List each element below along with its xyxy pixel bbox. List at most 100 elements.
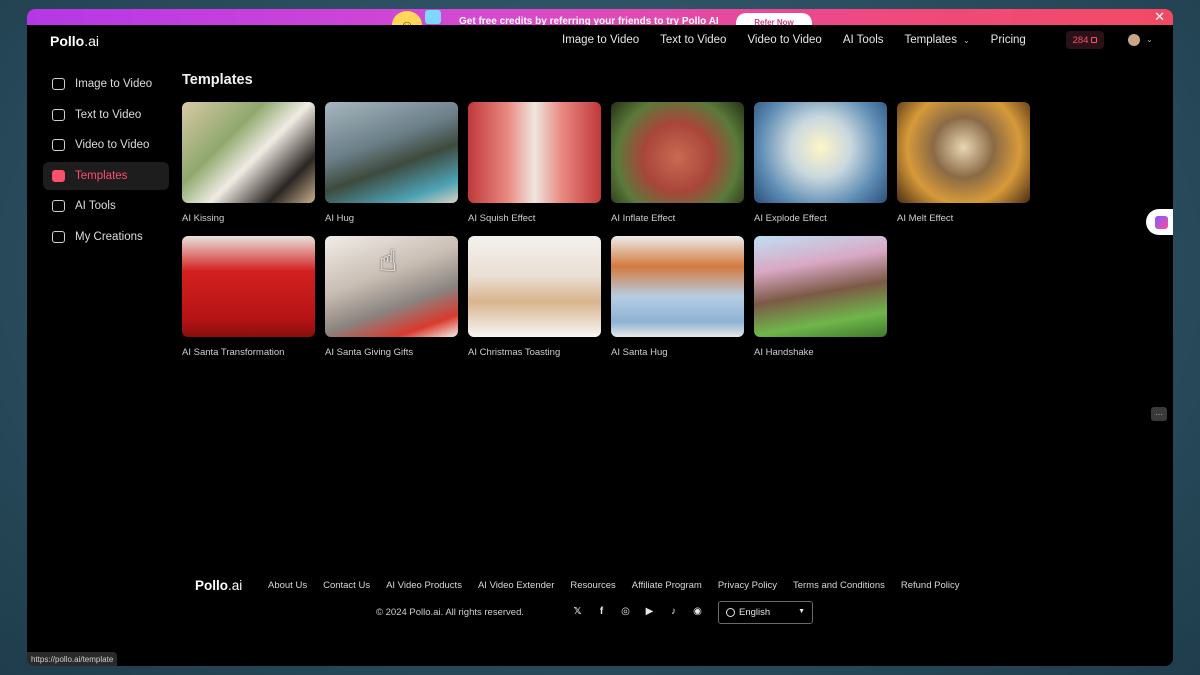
social-links: 𝕏 f ◎ ▶ ♪ ◉ bbox=[571, 605, 704, 618]
nav-video-to-video[interactable]: Video to Video bbox=[747, 34, 821, 46]
template-thumbnail[interactable] bbox=[325, 102, 458, 203]
template-card[interactable]: AI Squish Effect bbox=[468, 102, 601, 225]
template-thumbnail[interactable] bbox=[754, 102, 887, 203]
template-card[interactable]: AI Santa Transformation bbox=[182, 236, 315, 359]
footer-link-video-products[interactable]: AI Video Products bbox=[386, 580, 462, 591]
hand-cursor-icon: ☝ bbox=[379, 245, 398, 278]
template-thumbnail[interactable] bbox=[754, 236, 887, 337]
template-thumbnail[interactable] bbox=[468, 236, 601, 337]
template-card[interactable]: AI Explode Effect bbox=[754, 102, 887, 225]
template-thumbnail[interactable] bbox=[611, 102, 744, 203]
template-grid: AI Kissing AI Hug AI Squish Effect AI In… bbox=[182, 102, 1030, 359]
sidebar: Image to Video Text to Video Video to Vi… bbox=[43, 70, 169, 253]
template-label: AI Kissing bbox=[182, 213, 225, 224]
templates-icon bbox=[52, 169, 65, 182]
template-thumbnail[interactable] bbox=[182, 102, 315, 203]
sidebar-item-templates[interactable]: Templates bbox=[43, 161, 169, 190]
template-card[interactable]: AI Handshake bbox=[754, 236, 887, 359]
text-icon bbox=[52, 108, 65, 121]
top-nav: Image to Video Text to Video Video to Vi… bbox=[562, 34, 1047, 46]
credits-badge[interactable]: 284 bbox=[1066, 31, 1104, 49]
chat-icon[interactable]: ⋯ bbox=[1151, 407, 1167, 421]
template-card[interactable]: AI Kissing bbox=[182, 102, 315, 225]
template-label: AI Melt Effect bbox=[897, 213, 954, 224]
side-widget[interactable] bbox=[1146, 209, 1173, 235]
site-logo[interactable]: Pollo.ai bbox=[50, 33, 99, 49]
template-card[interactable]: AI Inflate Effect bbox=[611, 102, 744, 225]
template-card[interactable]: AI Melt Effect bbox=[897, 102, 1030, 225]
language-select[interactable]: English ▼ bbox=[718, 601, 813, 624]
template-label: AI Santa Hug bbox=[611, 347, 668, 358]
template-label: AI Explode Effect bbox=[754, 213, 827, 224]
template-thumbnail[interactable] bbox=[468, 102, 601, 203]
template-label: AI Inflate Effect bbox=[611, 213, 676, 224]
template-thumbnail[interactable] bbox=[182, 236, 315, 337]
sidebar-item-label: AI Tools bbox=[75, 200, 116, 212]
ai-tools-icon bbox=[52, 200, 65, 212]
logo-brand: Pollo bbox=[50, 33, 85, 49]
sidebar-item-video-to-video[interactable]: Video to Video bbox=[43, 131, 169, 159]
nav-templates[interactable]: Templates ⌄ bbox=[905, 34, 970, 46]
tiktok-icon[interactable]: ♪ bbox=[667, 605, 680, 618]
footer-links: About Us Contact Us AI Video Products AI… bbox=[268, 580, 975, 591]
template-card[interactable]: AI Christmas Toasting bbox=[468, 236, 601, 359]
gift-icon bbox=[425, 10, 441, 24]
footer-link-terms[interactable]: Terms and Conditions bbox=[793, 580, 885, 591]
template-card[interactable]: AI Santa Hug bbox=[611, 236, 744, 359]
footer-link-about[interactable]: About Us bbox=[268, 580, 307, 591]
nav-image-to-video[interactable]: Image to Video bbox=[562, 34, 639, 46]
x-icon[interactable]: 𝕏 bbox=[571, 605, 584, 618]
logo-suffix: .ai bbox=[84, 33, 100, 49]
sidebar-item-label: Text to Video bbox=[75, 108, 142, 121]
logo-brand: Pollo bbox=[195, 578, 228, 593]
avatar[interactable] bbox=[1128, 34, 1140, 46]
template-label: AI Santa Giving Gifts bbox=[325, 347, 414, 358]
sidebar-item-text-to-video[interactable]: Text to Video bbox=[43, 101, 169, 129]
video-icon bbox=[52, 139, 65, 151]
chevron-down-icon[interactable]: ⌄ bbox=[1146, 35, 1153, 44]
template-thumbnail[interactable] bbox=[611, 236, 744, 337]
nav-text-to-video[interactable]: Text to Video bbox=[660, 34, 726, 46]
facebook-icon[interactable]: f bbox=[595, 605, 608, 618]
sidebar-item-label: Templates bbox=[75, 169, 128, 182]
logo-suffix: .ai bbox=[228, 578, 243, 593]
footer-link-privacy[interactable]: Privacy Policy bbox=[718, 580, 777, 591]
nav-pricing[interactable]: Pricing bbox=[991, 34, 1026, 46]
mascot-icon: ☺ bbox=[392, 11, 422, 25]
close-icon[interactable]: ✕ bbox=[1154, 10, 1165, 24]
footer-link-resources[interactable]: Resources bbox=[570, 580, 615, 591]
language-value: English bbox=[739, 607, 771, 618]
caret-down-icon: ▼ bbox=[798, 608, 805, 615]
browser-window: ☺ Get free credits by referring your fri… bbox=[27, 9, 1173, 666]
sidebar-item-image-to-video[interactable]: Image to Video bbox=[43, 70, 169, 98]
nav-ai-tools[interactable]: AI Tools bbox=[843, 34, 884, 46]
footer-logo[interactable]: Pollo.ai bbox=[195, 578, 242, 593]
folder-icon bbox=[52, 230, 65, 243]
template-thumbnail[interactable] bbox=[897, 102, 1030, 203]
sidebar-item-my-creations[interactable]: My Creations bbox=[43, 223, 169, 251]
footer-link-refund[interactable]: Refund Policy bbox=[901, 580, 960, 591]
sidebar-item-label: My Creations bbox=[75, 230, 143, 243]
footer-link-video-extender[interactable]: AI Video Extender bbox=[478, 580, 554, 591]
footer-link-affiliate[interactable]: Affiliate Program bbox=[632, 580, 702, 591]
youtube-icon[interactable]: ▶ bbox=[643, 605, 656, 618]
image-icon bbox=[52, 78, 65, 90]
template-label: AI Christmas Toasting bbox=[468, 347, 561, 358]
template-label: AI Squish Effect bbox=[468, 213, 536, 224]
sidebar-item-ai-tools[interactable]: AI Tools bbox=[43, 192, 169, 220]
copyright: © 2024 Pollo.ai. All rights reserved. bbox=[376, 607, 524, 618]
template-card[interactable]: AI Hug bbox=[325, 102, 458, 225]
template-label: AI Hug bbox=[325, 213, 355, 224]
discord-icon[interactable]: ◉ bbox=[691, 605, 704, 618]
globe-icon bbox=[726, 608, 735, 617]
credits-count: 284 bbox=[1072, 34, 1089, 46]
promo-banner: ☺ Get free credits by referring your fri… bbox=[27, 9, 1173, 25]
app-icon bbox=[1154, 215, 1168, 229]
status-url: https://pollo.ai/template bbox=[27, 652, 118, 666]
template-label: AI Santa Transformation bbox=[182, 347, 285, 358]
page-title: Templates bbox=[182, 72, 253, 88]
refer-now-button[interactable]: Refer Now bbox=[736, 13, 812, 25]
nav-templates-label: Templates bbox=[904, 34, 957, 46]
footer-link-contact[interactable]: Contact Us bbox=[323, 580, 370, 591]
instagram-icon[interactable]: ◎ bbox=[619, 605, 632, 618]
